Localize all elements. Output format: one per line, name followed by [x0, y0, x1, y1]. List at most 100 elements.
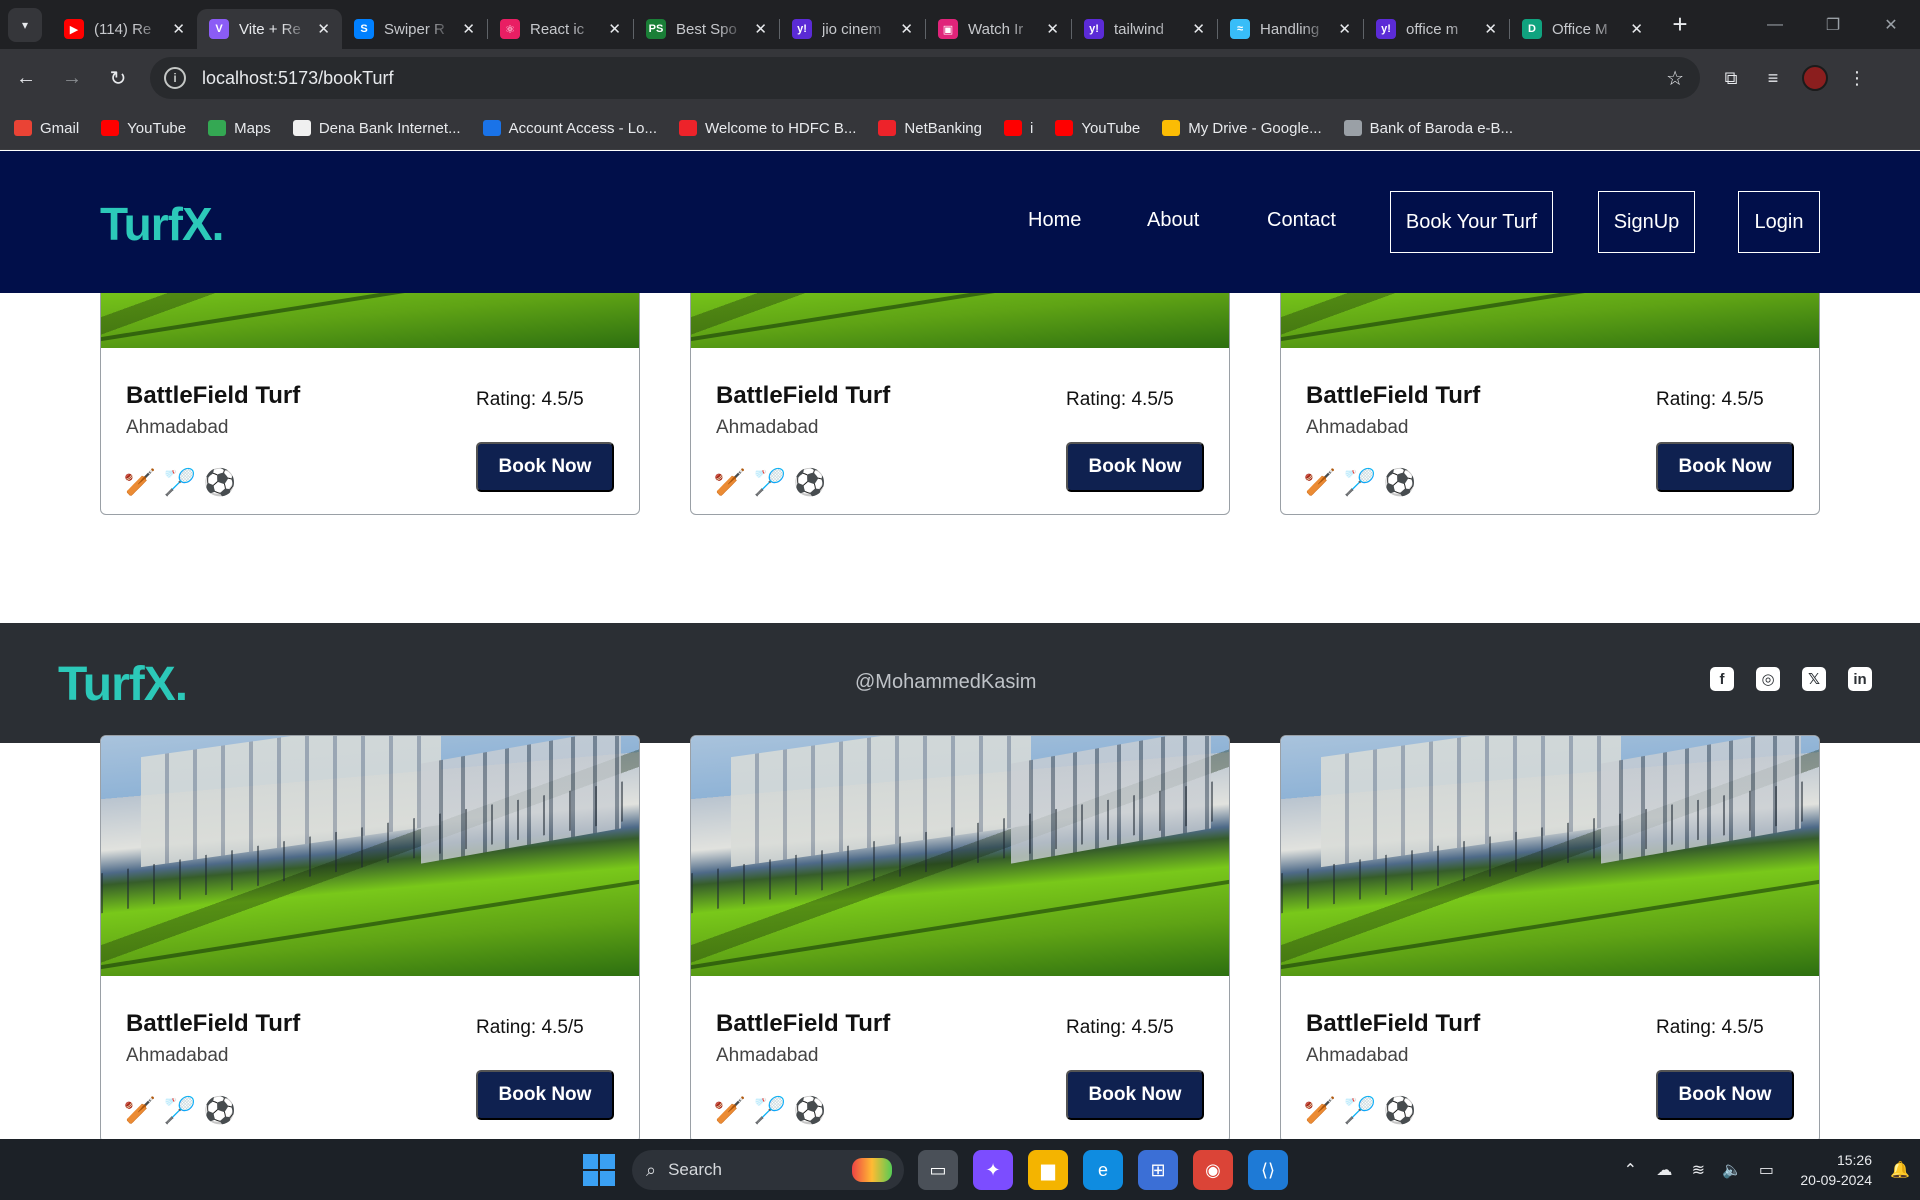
turf-card: BattleField Turf Ahmadabad Rating: 4.5/5 Bo…	[690, 735, 1230, 1139]
browser-tab[interactable]: ▶ (114) Re ✕	[52, 9, 197, 49]
cricket-icon: 🏏	[1303, 466, 1337, 497]
address-url[interactable]: localhost:5173/bookTurf	[202, 68, 1666, 89]
bookmark-item[interactable]: Gmail	[14, 120, 79, 137]
x-icon[interactable]: 𝕏	[1802, 667, 1826, 691]
signup-button[interactable]: SignUp	[1598, 191, 1695, 253]
tab-close-icon[interactable]: ✕	[1484, 20, 1497, 38]
book-now-button[interactable]: Book Now	[1656, 1070, 1794, 1120]
bookmark-item[interactable]: YouTube	[1055, 120, 1140, 137]
turf-location: Ahmadabad	[126, 1045, 229, 1066]
tab-close-icon[interactable]: ✕	[900, 20, 913, 38]
vscode-icon[interactable]: ⟨⟩	[1248, 1150, 1288, 1190]
media-controls-icon[interactable]: ≡	[1752, 57, 1794, 99]
site-info-icon[interactable]: i	[164, 67, 186, 89]
bookmark-item[interactable]: My Drive - Google...	[1162, 120, 1322, 137]
reload-button[interactable]: ↻	[98, 58, 138, 98]
nav-link-contact[interactable]: Contact	[1267, 209, 1336, 232]
tray-chevron-icon[interactable]: ⌃	[1616, 1160, 1644, 1180]
turf-rating: Rating: 4.5/5	[1656, 1017, 1764, 1038]
turf-card-body: BattleField Turf Ahmadabad Rating: 4.5/5 Bo…	[691, 348, 1229, 514]
tab-close-icon[interactable]: ✕	[1338, 20, 1351, 38]
browser-tab[interactable]: y! office m ✕	[1364, 9, 1509, 49]
instagram-icon[interactable]: ◎	[1756, 667, 1780, 691]
windows-logo-pane	[600, 1154, 615, 1169]
bookmark-item[interactable]: Dena Bank Internet...	[292, 120, 461, 137]
task-view-icon[interactable]: ▭	[918, 1150, 958, 1190]
menu-icon[interactable]: ⋮	[1836, 57, 1878, 99]
extensions-icon[interactable]: ⧉	[1710, 57, 1752, 99]
bookmark-item[interactable]: Account Access - Lo...	[482, 120, 657, 137]
forward-button[interactable]: →	[52, 58, 92, 98]
tab-close-icon[interactable]: ✕	[317, 20, 330, 38]
tab-close-icon[interactable]: ✕	[754, 20, 767, 38]
tab-close-icon[interactable]: ✕	[462, 20, 475, 38]
badminton-icon: 🏸	[753, 466, 787, 497]
book-now-button[interactable]: Book Now	[476, 1070, 614, 1120]
onedrive-icon[interactable]: ☁	[1650, 1160, 1678, 1180]
browser-tab[interactable]: y! tailwind ✕	[1072, 9, 1217, 49]
tab-close-icon[interactable]: ✕	[608, 20, 621, 38]
bookmark-item[interactable]: i	[1003, 120, 1033, 137]
file-explorer-icon[interactable]: ▆	[1028, 1150, 1068, 1190]
bookmark-item[interactable]: Maps	[208, 120, 271, 137]
bookmark-item[interactable]: Bank of Baroda e-B...	[1343, 120, 1513, 137]
tab-close-icon[interactable]: ✕	[1630, 20, 1643, 38]
book-now-button[interactable]: Book Now	[1066, 442, 1204, 492]
nav-link-about[interactable]: About	[1147, 209, 1199, 232]
browser-tab[interactable]: y! jio cinem ✕	[780, 9, 925, 49]
site-logo[interactable]: TurfX.	[100, 197, 224, 251]
microsoft-store-icon[interactable]: ⊞	[1138, 1150, 1178, 1190]
back-button[interactable]: ←	[6, 58, 46, 98]
bookmark-item[interactable]: YouTube	[101, 120, 186, 137]
browser-tab[interactable]: ⚛ React ic ✕	[488, 9, 633, 49]
turf-card: BattleField Turf Ahmadabad Rating: 4.5/5 Bo…	[1280, 735, 1820, 1139]
clock[interactable]: 15:26 20-09-2024	[1800, 1150, 1872, 1190]
tab-close-icon[interactable]: ✕	[172, 20, 185, 38]
browser-tab[interactable]: ▣ Watch Ir ✕	[926, 9, 1071, 49]
minimize-button[interactable]: —	[1746, 0, 1804, 49]
restore-button[interactable]: ❐	[1804, 0, 1862, 49]
browser-tab[interactable]: S Swiper R ✕	[342, 9, 487, 49]
book-your-turf-button[interactable]: Book Your Turf	[1390, 191, 1553, 253]
browser-tab[interactable]: V Vite + Re ✕	[197, 9, 342, 49]
book-now-button[interactable]: Book Now	[1656, 442, 1794, 492]
new-tab-button[interactable]: +	[1665, 9, 1695, 40]
bookmark-favicon-icon	[678, 120, 697, 136]
nav-link-home[interactable]: Home	[1028, 209, 1081, 232]
browser-tab[interactable]: PS Best Spo ✕	[634, 9, 779, 49]
notification-bell-icon[interactable]: 🔔	[1886, 1160, 1914, 1180]
linkedin-icon[interactable]: in	[1848, 667, 1872, 691]
taskbar-search[interactable]: ⌕ Search	[632, 1150, 904, 1190]
copilot-icon[interactable]: ✦	[973, 1150, 1013, 1190]
bookmark-item[interactable]: NetBanking	[878, 120, 982, 137]
book-now-button[interactable]: Book Now	[1066, 1070, 1204, 1120]
footer-credit: @MohammedKasim	[855, 671, 1037, 693]
address-bar[interactable]: i localhost:5173/bookTurf ☆	[150, 57, 1700, 99]
book-now-button[interactable]: Book Now	[476, 442, 614, 492]
bookmark-favicon-icon	[878, 120, 897, 136]
browser-tab[interactable]: ≈ Handling ✕	[1218, 9, 1363, 49]
wifi-icon[interactable]: ≋	[1684, 1160, 1712, 1180]
profile-avatar[interactable]	[1802, 65, 1828, 91]
badminton-icon: 🏸	[1343, 1094, 1377, 1125]
edge-icon[interactable]: e	[1083, 1150, 1123, 1190]
start-button[interactable]	[583, 1154, 615, 1186]
bookmark-item[interactable]: Welcome to HDFC B...	[678, 120, 856, 137]
close-window-button[interactable]: ✕	[1862, 0, 1920, 49]
tab-title: (114) Re	[94, 20, 152, 38]
footer-logo[interactable]: TurfX.	[58, 657, 188, 712]
bookmark-favicon-icon	[1343, 120, 1362, 136]
chrome-icon[interactable]: ◉	[1193, 1150, 1233, 1190]
browser-tab[interactable]: D Office M ✕	[1510, 9, 1655, 49]
tab-title: React ic	[530, 20, 585, 38]
bookmark-star-icon[interactable]: ☆	[1666, 66, 1684, 91]
tab-close-icon[interactable]: ✕	[1046, 20, 1059, 38]
tab-title: Office M	[1552, 20, 1608, 38]
volume-icon[interactable]: 🔈	[1718, 1160, 1746, 1180]
login-button[interactable]: Login	[1738, 191, 1820, 253]
facebook-icon[interactable]: f	[1710, 667, 1734, 691]
battery-icon[interactable]: ▭	[1752, 1160, 1780, 1180]
bookmark-favicon-icon	[101, 120, 120, 136]
tab-search-button[interactable]: ▾	[8, 7, 42, 42]
tab-close-icon[interactable]: ✕	[1192, 20, 1205, 38]
